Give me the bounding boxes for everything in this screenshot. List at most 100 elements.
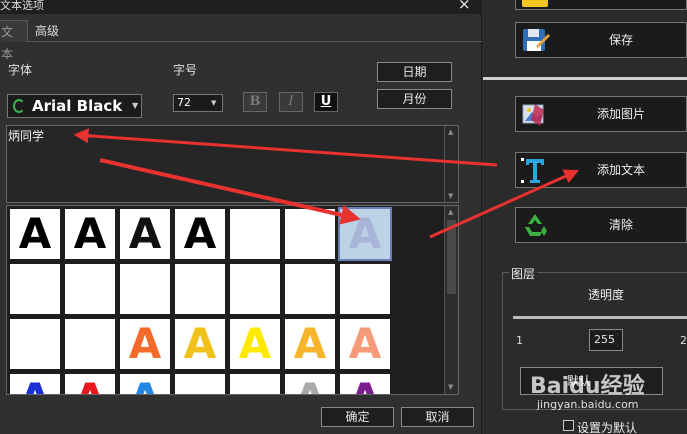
text-style-letter: A [293, 264, 327, 313]
add-image-button[interactable]: 添加图片 [515, 96, 687, 132]
cancel-button[interactable]: 取消 [401, 407, 474, 427]
close-icon[interactable]: × [458, 0, 472, 12]
text-style-option[interactable]: A [10, 264, 60, 314]
text-style-option[interactable]: A [120, 209, 170, 259]
folder-icon [522, 0, 548, 7]
text-style-option[interactable]: A [340, 319, 390, 369]
text-style-letter: A [340, 374, 390, 394]
opacity-slider-track[interactable] [513, 316, 687, 319]
text-style-option[interactable]: A [338, 207, 392, 261]
text-style-option[interactable]: A [120, 319, 170, 369]
text-style-letter: A [18, 209, 52, 258]
date-button[interactable]: 日期 [377, 62, 452, 82]
dialog-title: 文本选项 [0, 0, 482, 14]
ok-button[interactable]: 确定 [321, 407, 394, 427]
text-input-value: 炳同学 [8, 129, 45, 143]
text-style-letter: A [10, 374, 60, 394]
save-label: 保存 [608, 33, 633, 47]
text-style-option[interactable]: A [120, 264, 170, 314]
opacity-max: 2 [680, 334, 687, 347]
font-select-value: Arial Black [32, 97, 123, 115]
text-style-letter: A [65, 374, 115, 394]
italic-button[interactable]: I [279, 92, 303, 112]
add-image-label: 添加图片 [596, 107, 645, 121]
text-style-letter: A [183, 209, 217, 258]
text-style-letter: A [128, 209, 162, 258]
size-select-value: 72 [177, 96, 191, 109]
text-style-option[interactable]: A [65, 209, 115, 259]
text-style-option[interactable]: A [340, 264, 390, 314]
chevron-down-icon: ▼ [448, 383, 454, 391]
text-style-option[interactable]: A [230, 264, 280, 314]
chevron-down-icon: ▼ [448, 192, 454, 200]
add-text-button[interactable]: 添加文本 [515, 152, 687, 188]
text-style-option[interactable]: A [175, 374, 225, 394]
opacity-input[interactable]: 255 [589, 329, 623, 351]
text-style-option[interactable]: A [175, 264, 225, 314]
underline-button[interactable]: U [314, 92, 338, 112]
text-scrollbar[interactable]: ▲ ▼ [444, 126, 458, 202]
floppy-disk-icon [523, 29, 550, 51]
text-style-letter: A [120, 374, 170, 394]
text-style-letter: A [18, 319, 52, 368]
style-scrollbar[interactable]: ▲ ▼ [444, 206, 458, 394]
chevron-down-icon: ▼ [211, 99, 217, 107]
text-style-letter: A [348, 264, 382, 313]
set-default-checkbox[interactable] [563, 420, 574, 431]
text-style-option[interactable]: A [285, 319, 335, 369]
text-style-option[interactable]: A [65, 319, 115, 369]
text-style-letter: A [293, 319, 327, 368]
text-style-option[interactable]: A [230, 209, 280, 259]
text-style-option[interactable]: A [65, 264, 115, 314]
text-style-letter: A [238, 264, 272, 313]
text-style-option[interactable]: A [10, 209, 60, 259]
text-style-letter: A [73, 209, 107, 258]
screen: 文本选项 × 文本 高级 字体 字号 Arial Black ▼ 72 ▼ B … [0, 0, 687, 434]
month-button[interactable]: 月份 [377, 89, 452, 109]
text-style-option[interactable]: A [175, 209, 225, 259]
text-style-letter: A [73, 264, 107, 313]
text-style-option[interactable]: A [175, 319, 225, 369]
text-style-letter: A [348, 319, 382, 368]
text-style-letter: A [230, 374, 280, 394]
text-style-letter: A [73, 319, 107, 368]
size-select[interactable]: 72 ▼ [173, 94, 223, 112]
text-input[interactable]: 炳同学 ▲ ▼ [6, 125, 459, 203]
chevron-up-icon: ▲ [448, 128, 454, 136]
text-style-option[interactable]: A [10, 319, 60, 369]
text-style-option[interactable]: A [10, 374, 60, 394]
text-style-option[interactable]: A [285, 264, 335, 314]
text-style-letter: A [285, 374, 335, 394]
add-text-label: 添加文本 [596, 163, 645, 177]
text-style-option[interactable]: A [230, 374, 280, 394]
clear-label: 清除 [608, 218, 633, 232]
text-style-letter: A [238, 209, 272, 258]
text-style-option[interactable]: A [120, 374, 170, 394]
recycle-icon [525, 214, 547, 236]
panel-separator [483, 77, 687, 80]
text-style-option[interactable]: A [230, 319, 280, 369]
set-default-label: 设置为默认 [577, 421, 638, 434]
font-select[interactable]: Arial Black ▼ [7, 94, 142, 118]
text-style-letter: A [183, 264, 217, 313]
bold-button[interactable]: B [243, 92, 267, 112]
scrollbar-thumb[interactable] [447, 220, 456, 294]
chevron-up-icon: ▲ [448, 208, 454, 216]
text-style-option[interactable]: A [65, 374, 115, 394]
text-style-option[interactable]: A [285, 209, 335, 259]
text-style-option[interactable]: A [340, 374, 390, 394]
font-label: 字体 [8, 63, 33, 77]
tab-bar: 文本 高级 [0, 18, 482, 61]
font-type-icon [13, 99, 25, 113]
add-image-icon [522, 104, 544, 126]
clear-button[interactable]: 清除 [515, 207, 687, 243]
tab-advanced[interactable]: 高级 [29, 20, 65, 42]
save-button[interactable]: 保存 [515, 22, 687, 58]
layer-group-label: 图层 [509, 265, 538, 282]
chevron-down-icon: ▼ [132, 101, 139, 110]
text-style-letter: A [348, 209, 382, 258]
top-partial-button[interactable] [515, 0, 687, 10]
tab-text[interactable]: 文本 [0, 20, 28, 61]
text-style-option[interactable]: A [285, 374, 335, 394]
text-t-icon [521, 158, 544, 183]
